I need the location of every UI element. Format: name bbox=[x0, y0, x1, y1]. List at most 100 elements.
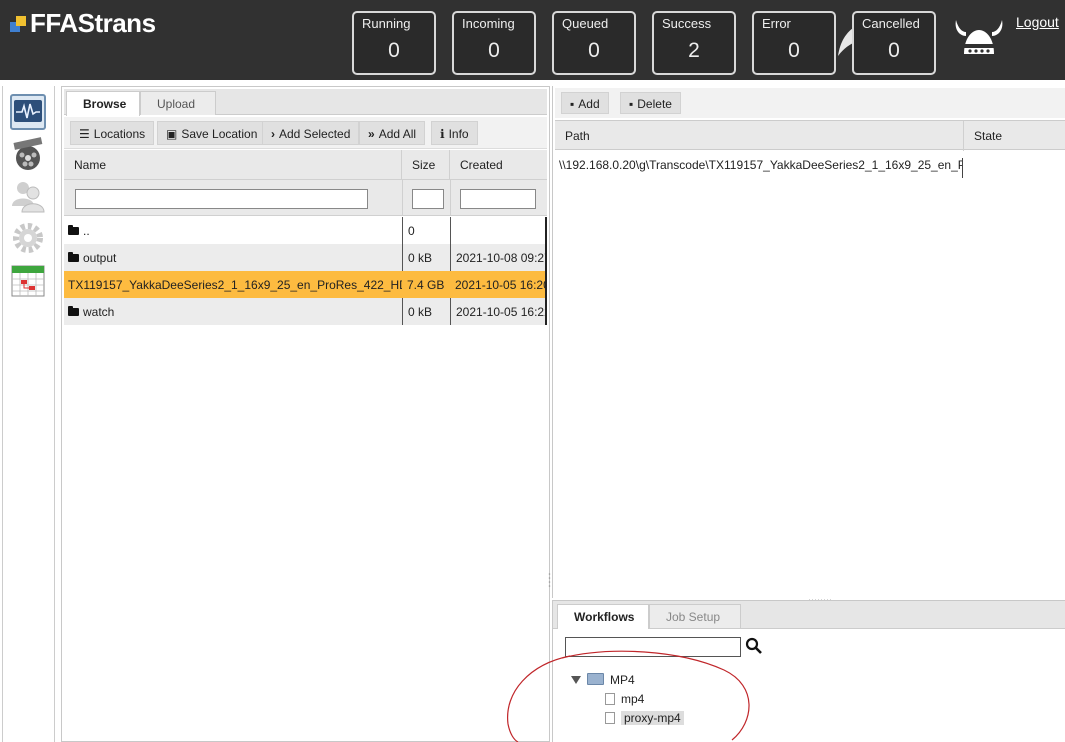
file-name: .. bbox=[83, 224, 90, 238]
nav-settings[interactable] bbox=[10, 220, 46, 256]
column-header-size[interactable]: Size bbox=[402, 150, 450, 180]
file-created-cell: 2021-10-08 09:27 bbox=[450, 244, 547, 271]
delete-job-button[interactable]: ▪ Delete bbox=[620, 92, 681, 114]
file-icon bbox=[605, 712, 615, 724]
status-count: 0 bbox=[788, 39, 800, 62]
locations-button[interactable]: ☰ Locations bbox=[70, 121, 155, 145]
film-reel-icon bbox=[13, 137, 43, 170]
status-cancelled[interactable]: Cancelled 0 bbox=[852, 11, 936, 75]
folder-label: MP4 bbox=[610, 673, 635, 687]
file-row-selected[interactable]: TX119157_YakkaDeeSeries2_1_16x9_25_en_Pr… bbox=[64, 271, 547, 298]
gear-icon bbox=[13, 223, 43, 253]
folder-icon bbox=[587, 673, 604, 685]
app-logo: FFAStrans bbox=[10, 8, 156, 39]
column-header-name[interactable]: Name bbox=[64, 150, 402, 180]
status-label: Running bbox=[362, 16, 411, 31]
add-job-button[interactable]: ▪ Add bbox=[561, 92, 609, 114]
status-label: Error bbox=[762, 16, 791, 31]
file-created-cell bbox=[450, 217, 547, 244]
file-row-parent[interactable]: .. 0 bbox=[64, 217, 547, 244]
nav-scheduler[interactable] bbox=[10, 262, 46, 298]
viking-helmet-icon bbox=[955, 20, 1003, 54]
status-label: Cancelled bbox=[862, 16, 920, 31]
tab-workflows[interactable]: Workflows bbox=[557, 604, 649, 629]
folder-icon bbox=[68, 306, 79, 316]
info-button[interactable]: ℹ Info bbox=[431, 121, 478, 145]
size-filter-input[interactable] bbox=[412, 189, 444, 209]
folder-icon bbox=[68, 225, 79, 235]
folder-remove-icon: ▪ bbox=[629, 97, 634, 111]
workflow-folder-mp4[interactable]: MP4 bbox=[571, 673, 635, 687]
logout-link[interactable]: Logout bbox=[1016, 14, 1059, 30]
job-grid-header: Path State bbox=[555, 120, 1065, 151]
side-navigation bbox=[2, 86, 55, 742]
file-created-cell: 2021-10-05 16:20 bbox=[455, 278, 547, 292]
file-browser-panel: Browse Upload ☰ Locations ▣ Save Locatio… bbox=[61, 86, 550, 742]
add-all-button[interactable]: » Add All bbox=[359, 121, 426, 145]
status-label: Incoming bbox=[462, 16, 515, 31]
list-icon: ☰ bbox=[79, 127, 90, 141]
monitor-waveform-icon bbox=[14, 100, 42, 122]
file-icon bbox=[605, 693, 615, 705]
name-filter-input[interactable] bbox=[75, 189, 368, 209]
add-selected-button[interactable]: › Add Selected bbox=[262, 121, 360, 145]
splitter-handle-icon[interactable] bbox=[548, 572, 551, 592]
file-name-cell: .. bbox=[68, 217, 402, 244]
status-count: 0 bbox=[488, 39, 500, 62]
button-label: Add All bbox=[378, 127, 417, 141]
status-success[interactable]: Success 2 bbox=[652, 11, 736, 75]
job-path-cell[interactable]: \\192.168.0.20\g\Transcode\TX119157_Yakk… bbox=[559, 158, 963, 178]
status-queued[interactable]: Queued 0 bbox=[552, 11, 636, 75]
users-icon bbox=[12, 182, 45, 213]
status-count: 2 bbox=[688, 39, 700, 62]
nav-workflows[interactable] bbox=[10, 136, 46, 172]
nav-users[interactable] bbox=[10, 178, 46, 214]
status-running[interactable]: Running 0 bbox=[352, 11, 436, 75]
job-list-panel: ▪ Add ▪ Delete Path State \\192.168.0.20… bbox=[552, 86, 1065, 601]
status-count: 0 bbox=[588, 39, 600, 62]
filter-row bbox=[64, 180, 547, 216]
tab-browse[interactable]: Browse bbox=[66, 91, 140, 116]
file-name-cell: output bbox=[68, 244, 402, 271]
status-incoming[interactable]: Incoming 0 bbox=[452, 11, 536, 75]
file-size-cell: 0 bbox=[402, 217, 450, 244]
expand-triangle-icon[interactable] bbox=[571, 676, 581, 684]
workflow-search-input[interactable] bbox=[565, 637, 741, 657]
search-icon[interactable] bbox=[745, 637, 763, 655]
file-created-cell: 2021-10-05 16:22 bbox=[450, 298, 547, 325]
folder-icon bbox=[68, 252, 79, 262]
folder-add-icon: ▪ bbox=[570, 97, 575, 111]
status-label: Success bbox=[662, 16, 712, 31]
workflows-panel: Workflows Job Setup MP4 mp4 proxy-mp4 bbox=[552, 600, 1065, 742]
nav-monitor[interactable] bbox=[10, 94, 46, 130]
file-size-cell: 0 kB bbox=[402, 298, 450, 325]
file-name-cell: TX119157_YakkaDeeSeries2_1_16x9_25_en_Pr… bbox=[68, 278, 402, 292]
workflow-item-proxy-mp4[interactable]: proxy-mp4 bbox=[605, 711, 684, 725]
calendar-icon bbox=[11, 265, 45, 297]
workflow-label: mp4 bbox=[621, 692, 645, 706]
workflow-item-mp4[interactable]: mp4 bbox=[605, 692, 644, 706]
status-label: Queued bbox=[562, 16, 609, 31]
browser-tabs: Browse Upload bbox=[64, 89, 547, 116]
column-header-created[interactable]: Created bbox=[450, 150, 547, 180]
app-header: FFAStrans Running 0 Incoming 0 Queued 0 … bbox=[0, 0, 1065, 80]
workflow-tabs: Workflows Job Setup bbox=[553, 601, 1065, 629]
job-toolbar: ▪ Add ▪ Delete bbox=[555, 88, 1065, 118]
save-location-button[interactable]: ▣ Save Location bbox=[157, 121, 267, 145]
button-label: Locations bbox=[93, 127, 146, 141]
button-label: Add bbox=[578, 97, 600, 111]
created-filter-input[interactable] bbox=[460, 189, 536, 209]
button-label: Info bbox=[448, 127, 469, 141]
button-label: Delete bbox=[637, 97, 672, 111]
tab-job-setup[interactable]: Job Setup bbox=[649, 604, 741, 628]
column-header-path[interactable]: Path bbox=[555, 121, 964, 151]
status-error[interactable]: Error 0 bbox=[752, 11, 836, 75]
column-header-state[interactable]: State bbox=[964, 121, 1064, 151]
status-count: 0 bbox=[388, 39, 400, 62]
button-label: Save Location bbox=[181, 127, 258, 141]
file-row-watch[interactable]: watch 0 kB 2021-10-05 16:22 bbox=[64, 298, 547, 325]
file-row-output[interactable]: output 0 kB 2021-10-08 09:27 bbox=[64, 244, 547, 271]
floppy-disk-icon: ▣ bbox=[166, 127, 178, 141]
workflow-label: proxy-mp4 bbox=[621, 711, 684, 725]
tab-upload[interactable]: Upload bbox=[140, 91, 216, 115]
